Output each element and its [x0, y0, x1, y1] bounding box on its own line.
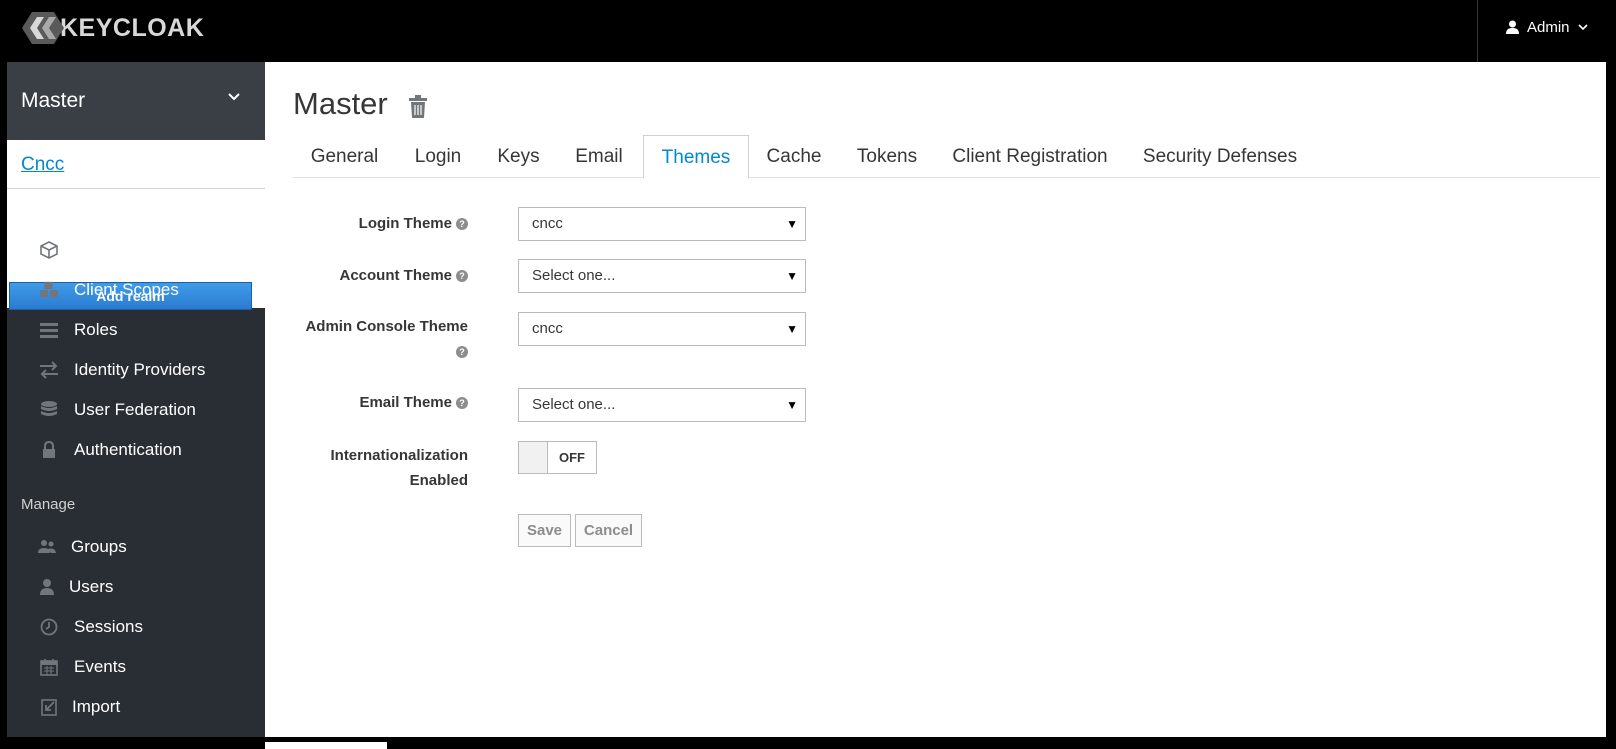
- label-text: Admin Console Theme: [305, 318, 468, 335]
- page-title: Master: [293, 86, 388, 121]
- sidebar-item-events[interactable]: Events: [7, 648, 265, 686]
- tab-tokens[interactable]: Tokens: [839, 135, 935, 179]
- brand-text: KEYCLOAK: [60, 13, 205, 42]
- user-name: Admin: [1527, 18, 1570, 36]
- sidebar-item-label: User Federation: [74, 400, 196, 419]
- sidebar-item-label: Import: [72, 697, 121, 716]
- exchange-icon: [39, 360, 59, 380]
- sidebar-item-groups[interactable]: Groups: [7, 528, 265, 566]
- import-icon: [39, 697, 59, 717]
- sidebar-item-label: Sessions: [74, 617, 143, 636]
- help-icon[interactable]: ?: [456, 397, 468, 410]
- cancel-button[interactable]: Cancel: [575, 514, 642, 547]
- sidebar-item-clients[interactable]: Clients: [7, 231, 265, 269]
- sidebar-item-sessions[interactable]: Sessions: [7, 608, 265, 646]
- select-value: Select one...: [532, 267, 616, 284]
- internationalization-label: Internationalization Enabled: [288, 443, 468, 493]
- user-menu[interactable]: Admin: [1506, 16, 1588, 38]
- tab-cache[interactable]: Cache: [749, 135, 839, 179]
- chevron-down-icon: [228, 93, 240, 101]
- sidebar: Master Cncc Add realm Clients Client Sco…: [7, 62, 265, 737]
- list-icon: [39, 320, 59, 340]
- user-icon: [1506, 20, 1519, 34]
- sidebar-item-label: Identity Providers: [74, 360, 206, 379]
- sidebar-item-authentication[interactable]: Authentication: [7, 431, 265, 469]
- caret-down-icon: ▼: [786, 398, 798, 412]
- account-theme-label: Account Theme?: [308, 263, 468, 288]
- toggle-state: OFF: [559, 450, 585, 465]
- label-text: Internationalization: [330, 447, 468, 464]
- keycloak-logo-icon: [20, 10, 66, 46]
- sidebar-item-label: Client Scopes: [74, 280, 179, 299]
- users-icon: [37, 537, 57, 557]
- sidebar-item-roles[interactable]: Roles: [7, 311, 265, 349]
- login-theme-select[interactable]: cncc ▼: [518, 207, 806, 241]
- email-theme-label: Email Theme?: [308, 390, 468, 415]
- caret-down-icon: ▼: [786, 322, 798, 336]
- toggle-knob: [519, 442, 548, 473]
- select-value: cncc: [532, 215, 563, 232]
- tab-bar: General Login Keys Email Themes Cache To…: [293, 135, 1600, 179]
- sidebar-item-label: Clients: [74, 240, 126, 259]
- label-text: Email Theme: [359, 394, 452, 411]
- keycloak-logo[interactable]: KEYCLOAK: [20, 10, 204, 46]
- sidebar-item-user-federation[interactable]: User Federation: [7, 391, 265, 429]
- cubes-icon: [39, 280, 59, 300]
- sidebar-item-import[interactable]: Import: [7, 688, 265, 726]
- section-label-manage: Manage: [21, 496, 76, 513]
- chevron-down-icon: [1577, 24, 1588, 31]
- sidebar-item-label: Authentication: [74, 440, 182, 459]
- sidebar-item-label: Users: [69, 577, 114, 596]
- sidebar-item-label: Roles: [74, 320, 118, 339]
- email-theme-select[interactable]: Select one... ▼: [518, 388, 806, 422]
- clock-icon: [39, 617, 59, 637]
- caret-down-icon: ▼: [786, 217, 798, 231]
- sidebar-item-label: Groups: [71, 537, 127, 556]
- help-icon[interactable]: ?: [456, 270, 468, 283]
- realm-selector[interactable]: Master: [7, 62, 265, 140]
- current-realm: Master: [21, 89, 86, 112]
- label-text: Login Theme: [358, 215, 452, 232]
- header-divider: [1477, 0, 1478, 62]
- label-text: Enabled: [409, 472, 468, 489]
- sidebar-item-users[interactable]: Users: [7, 568, 265, 606]
- sidebar-item-label: Events: [74, 657, 126, 676]
- bottom-edge: [265, 742, 387, 749]
- sidebar-item-identity-providers[interactable]: Identity Providers: [7, 351, 265, 389]
- tab-login[interactable]: Login: [396, 135, 480, 179]
- tab-keys[interactable]: Keys: [480, 135, 557, 179]
- caret-down-icon: ▼: [786, 269, 798, 283]
- account-theme-select[interactable]: Select one... ▼: [518, 259, 806, 293]
- admin-console-theme-label: Admin Console Theme ?: [278, 314, 468, 364]
- database-icon: [39, 400, 59, 420]
- realm-option-cncc[interactable]: Cncc: [21, 154, 64, 176]
- divider: [7, 188, 265, 189]
- admin-console-theme-select[interactable]: cncc ▼: [518, 312, 806, 346]
- cube-icon: [39, 240, 59, 260]
- tab-themes[interactable]: Themes: [643, 135, 749, 179]
- tab-general[interactable]: General: [293, 135, 396, 179]
- select-value: cncc: [532, 320, 563, 337]
- top-header: KEYCLOAK Admin: [0, 0, 1616, 62]
- save-button[interactable]: Save: [518, 514, 571, 547]
- lock-icon: [39, 440, 59, 460]
- label-text: Account Theme: [339, 267, 452, 284]
- help-icon[interactable]: ?: [456, 346, 468, 359]
- user-icon: [37, 577, 57, 597]
- login-theme-label: Login Theme?: [308, 211, 468, 236]
- help-icon[interactable]: ?: [456, 218, 468, 231]
- calendar-icon: [39, 657, 59, 677]
- trash-icon[interactable]: [408, 95, 428, 124]
- main-content: Master General Login Keys Email Themes C…: [265, 62, 1606, 737]
- tab-email[interactable]: Email: [557, 135, 641, 179]
- select-value: Select one...: [532, 396, 616, 413]
- internationalization-toggle[interactable]: OFF: [518, 441, 597, 474]
- tab-client-registration[interactable]: Client Registration: [935, 135, 1125, 179]
- tab-security-defenses[interactable]: Security Defenses: [1125, 135, 1315, 179]
- sidebar-item-client-scopes[interactable]: Client Scopes: [7, 271, 265, 309]
